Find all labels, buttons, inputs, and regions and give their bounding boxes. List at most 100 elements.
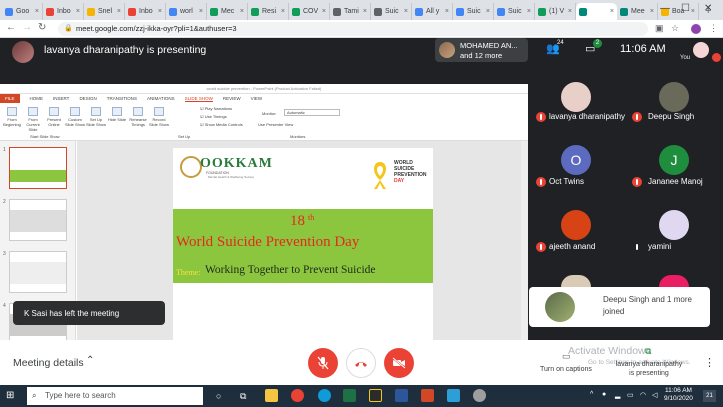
word-taskbar-icon[interactable] bbox=[395, 389, 408, 402]
tab-close-icon[interactable]: × bbox=[281, 8, 285, 15]
browser-tab[interactable]: Mec × bbox=[207, 3, 248, 20]
slide-thumbnail[interactable] bbox=[9, 147, 67, 189]
ribbon-checkbox[interactable]: ☑ Play Narrations bbox=[200, 106, 232, 111]
ppt-tab-animations[interactable]: ANIMATIONS bbox=[147, 96, 175, 101]
browser-tab[interactable]: Goo × bbox=[2, 3, 43, 20]
ribbon-button[interactable]: From Beginning bbox=[2, 107, 22, 127]
presenting-status[interactable]: lavanya dharanipathy is presenting bbox=[614, 360, 684, 378]
close-window-button[interactable]: ✕ bbox=[704, 3, 712, 14]
browser-tab[interactable]: Mee × bbox=[617, 3, 658, 20]
tab-close-icon[interactable]: × bbox=[486, 8, 490, 15]
captions-button[interactable]: Turn on captions bbox=[540, 366, 592, 373]
leave-call-button[interactable] bbox=[346, 348, 376, 378]
more-options-icon[interactable]: ⋮ bbox=[704, 356, 715, 369]
ppt-tab-review[interactable]: REVIEW bbox=[223, 96, 241, 101]
file-explorer-icon[interactable] bbox=[265, 389, 278, 402]
ppt-tab-home[interactable]: HOME bbox=[30, 96, 44, 101]
reload-icon[interactable]: ↻ bbox=[38, 22, 46, 33]
browser-tab[interactable]: Suic × bbox=[453, 3, 494, 20]
tab-close-icon[interactable]: × bbox=[240, 8, 244, 15]
meeting-details-button[interactable]: Meeting details bbox=[13, 357, 84, 369]
tab-close-icon[interactable]: × bbox=[158, 8, 162, 15]
tab-close-icon[interactable]: × bbox=[610, 8, 614, 15]
browser-tab[interactable]: Inbo × bbox=[125, 3, 166, 20]
excel-taskbar-icon[interactable] bbox=[343, 389, 356, 402]
tab-close-icon[interactable]: × bbox=[691, 8, 695, 15]
participant-avatar[interactable] bbox=[659, 82, 689, 112]
tray-app-icon[interactable]: ● bbox=[602, 391, 606, 398]
monitor-select[interactable]: Automatic bbox=[284, 109, 340, 116]
task-view-icon[interactable]: ⧉ bbox=[240, 391, 246, 402]
ribbon-checkbox[interactable]: ☑ Show Media Controls bbox=[200, 122, 243, 127]
powerpoint-taskbar-icon[interactable] bbox=[421, 389, 434, 402]
ppt-tab-insert[interactable]: INSERT bbox=[53, 96, 69, 101]
ribbon-button[interactable]: Record Slide Show bbox=[149, 107, 169, 127]
browser-tab[interactable]: Suic × bbox=[371, 3, 412, 20]
windows-start-icon[interactable]: ⊞ bbox=[6, 390, 14, 401]
browser-tab[interactable]: Snel × bbox=[84, 3, 125, 20]
tab-close-icon[interactable]: × bbox=[322, 8, 326, 15]
chrome-menu-icon[interactable]: ⋮ bbox=[709, 23, 718, 34]
ppt-tab-transitions[interactable]: TRANSITIONS bbox=[107, 96, 137, 101]
url-input[interactable]: 🔒 meet.google.com/zzj-ikka-oyr?pli=1&aut… bbox=[58, 22, 648, 36]
photos-taskbar-icon[interactable] bbox=[447, 389, 460, 402]
ribbon-checkbox[interactable]: ☑ Use Timings bbox=[200, 114, 227, 119]
tab-close-icon[interactable]: × bbox=[363, 8, 367, 15]
camera-blocked-icon[interactable]: ▣ bbox=[655, 23, 664, 34]
back-icon[interactable]: ← bbox=[6, 22, 16, 33]
mic-off-button[interactable] bbox=[308, 348, 338, 378]
participant-avatar[interactable]: O bbox=[561, 145, 591, 175]
ppt-tab-slide-show[interactable]: SLIDE SHOW bbox=[184, 96, 213, 102]
tab-close-icon[interactable]: × bbox=[527, 8, 531, 15]
tab-close-icon[interactable]: × bbox=[445, 8, 449, 15]
tab-close-icon[interactable]: × bbox=[199, 8, 203, 15]
browser-tab[interactable]: All y × bbox=[412, 3, 453, 20]
maximize-button[interactable]: ☐ bbox=[681, 3, 690, 14]
presenter-view-checkbox[interactable]: Use Presenter View bbox=[258, 122, 293, 127]
profile-avatar[interactable] bbox=[691, 24, 701, 34]
browser-tab[interactable]: Tami × bbox=[330, 3, 371, 20]
browser-tab[interactable]: Resi × bbox=[248, 3, 289, 20]
tab-close-icon[interactable]: × bbox=[568, 8, 572, 15]
notification-count[interactable]: 21 bbox=[703, 390, 716, 402]
browser-tab[interactable]: × bbox=[576, 3, 617, 20]
forward-icon[interactable]: → bbox=[22, 22, 32, 33]
chevron-up-icon[interactable]: ⌃ bbox=[86, 355, 94, 366]
browser-tab[interactable]: (1) V × bbox=[535, 3, 576, 20]
slide-thumbnail[interactable] bbox=[9, 199, 67, 241]
tab-close-icon[interactable]: × bbox=[35, 8, 39, 15]
tray-network-icon[interactable]: ▂ bbox=[615, 391, 620, 399]
bookmark-star-icon[interactable]: ☆ bbox=[671, 23, 679, 34]
tab-close-icon[interactable]: × bbox=[117, 8, 121, 15]
illustrator-taskbar-icon[interactable] bbox=[369, 389, 382, 402]
tray-volume-icon[interactable]: ◁ bbox=[652, 391, 657, 399]
browser-tab[interactable]: Suic × bbox=[494, 3, 535, 20]
participant-avatar[interactable] bbox=[659, 210, 689, 240]
tab-close-icon[interactable]: × bbox=[404, 8, 408, 15]
cortana-icon[interactable]: ○ bbox=[216, 391, 221, 401]
ribbon-button[interactable]: Present Online bbox=[44, 107, 64, 127]
slide-thumbnail[interactable] bbox=[9, 251, 67, 293]
app-taskbar-icon[interactable] bbox=[473, 389, 486, 402]
ribbon-button[interactable]: Rehearse Timings bbox=[128, 107, 148, 127]
tray-wifi-icon[interactable]: ◠ bbox=[640, 391, 646, 399]
participant-avatar[interactable] bbox=[561, 82, 591, 112]
ribbon-button[interactable]: From Current Slide bbox=[23, 107, 43, 132]
chrome-taskbar-icon[interactable] bbox=[291, 389, 304, 402]
tab-close-icon[interactable]: × bbox=[76, 8, 80, 15]
edge-taskbar-icon[interactable] bbox=[318, 389, 331, 402]
minimize-button[interactable]: — bbox=[660, 3, 670, 14]
browser-tab[interactable]: worl × bbox=[166, 3, 207, 20]
ppt-tab-design[interactable]: DESIGN bbox=[79, 96, 96, 101]
tray-chevron-icon[interactable]: ^ bbox=[590, 391, 593, 398]
ribbon-button[interactable]: Custom Slide Show bbox=[65, 107, 85, 127]
ppt-tab-view[interactable]: VIEW bbox=[251, 96, 263, 101]
slide-scrollbar[interactable] bbox=[521, 141, 528, 340]
tray-battery-icon[interactable]: ▭ bbox=[627, 391, 634, 399]
camera-off-button[interactable] bbox=[384, 348, 414, 378]
ribbon-button[interactable]: Hide Slide bbox=[107, 107, 127, 122]
browser-tab[interactable]: Inbo × bbox=[43, 3, 84, 20]
browser-tab[interactable]: COV × bbox=[289, 3, 330, 20]
tab-close-icon[interactable]: × bbox=[650, 8, 654, 15]
ribbon-button[interactable]: Set Up Slide Show bbox=[86, 107, 106, 127]
